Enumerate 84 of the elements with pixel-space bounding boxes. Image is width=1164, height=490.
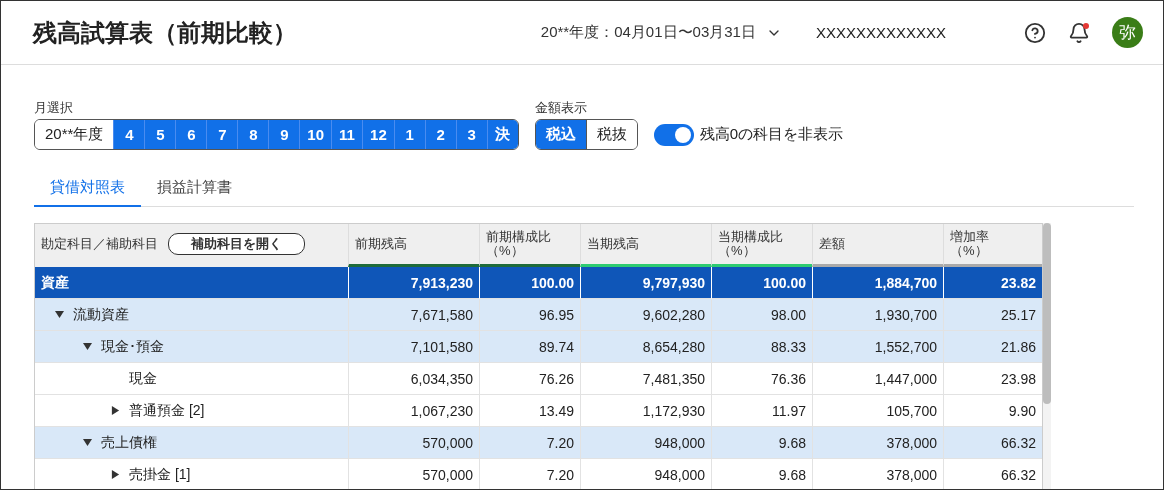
amount-cell: 13.49: [479, 395, 580, 427]
notification-button[interactable]: [1068, 21, 1090, 44]
right-triangle-icon[interactable]: [111, 406, 120, 415]
field-label: 金額表示: [534, 99, 588, 117]
month-button[interactable]: 8: [237, 120, 269, 149]
amount-cell: 23.98: [943, 363, 1042, 395]
account-name: 売上債権: [101, 433, 157, 452]
amount-cell: 98.00: [711, 299, 812, 331]
down-triangle-icon[interactable]: [55, 310, 64, 319]
account-name: 現金･預金: [101, 337, 164, 356]
column-header: 前期構成比（%）: [479, 224, 580, 267]
amount-cell: 9.68: [711, 427, 812, 459]
account-name: 現金: [129, 369, 157, 388]
account-name: 資産: [41, 273, 69, 292]
user-avatar[interactable]: 弥: [1112, 17, 1143, 48]
page-title: 残高試算表（前期比較）: [33, 17, 298, 48]
toggle-label: 残高0の科目を非表示: [699, 125, 844, 144]
amount-cell: 7,671,580: [348, 299, 479, 331]
amount-cell: 23.82: [943, 267, 1042, 299]
toggle-switch[interactable]: [653, 123, 694, 146]
month-button[interactable]: 決: [486, 120, 518, 149]
column-header: 増加率（%）: [943, 224, 1042, 267]
month-button[interactable]: 11: [331, 120, 363, 149]
amount-cell: 1,447,000: [812, 363, 943, 395]
amount-cell: 100.00: [479, 267, 580, 299]
amount-cell: 1,884,700: [812, 267, 943, 299]
amount-cell: 7,913,230: [348, 267, 479, 299]
field-label: 月選択: [34, 99, 74, 117]
month-button[interactable]: 5: [144, 120, 176, 149]
company-name: XXXXXXXXXXXXX: [815, 24, 946, 41]
amount-cell: 1,930,700: [812, 299, 943, 331]
month-button[interactable]: 3: [455, 120, 487, 149]
amount-cell: 25.17: [943, 299, 1042, 331]
help-button[interactable]: [1024, 21, 1046, 44]
amount-cell: 1,067,230: [348, 395, 479, 427]
period-selector[interactable]: 20**年度：04月01日〜03月31日: [540, 23, 782, 42]
amount-cell: 66.32: [943, 427, 1042, 459]
amount-cell: 89.74: [479, 331, 580, 363]
column-header: 当期残高: [580, 224, 711, 267]
month-button[interactable]: 6: [175, 120, 207, 149]
amount-cell: 570,000: [348, 427, 479, 459]
scrollbar[interactable]: [1043, 223, 1051, 489]
month-button[interactable]: 1: [393, 120, 425, 149]
amount-cell: 9.90: [943, 395, 1042, 427]
amount-cell: 76.36: [711, 363, 812, 395]
amount-cell: 1,172,930: [580, 395, 711, 427]
month-button[interactable]: 12: [362, 120, 394, 149]
month-button[interactable]: 7: [206, 120, 238, 149]
amount-cell: 7,101,580: [348, 331, 479, 363]
account-name: 売掛金 [1]: [129, 465, 191, 484]
month-button[interactable]: 4: [113, 120, 145, 149]
account-name: 普通預金 [2]: [129, 401, 205, 420]
right-triangle-icon[interactable]: [111, 470, 120, 479]
column-header: 前期残高: [348, 224, 479, 267]
tab[interactable]: 貸借対照表: [34, 172, 141, 207]
amount-cell: 378,000: [812, 427, 943, 459]
amount-cell: 76.26: [479, 363, 580, 395]
amount-cell: 100.00: [711, 267, 812, 299]
tab[interactable]: 損益計算書: [141, 172, 248, 207]
column-header: 当期構成比（%）: [711, 224, 812, 267]
column-header: 差額: [812, 224, 943, 267]
amount-cell: 6,034,350: [348, 363, 479, 395]
amount-cell: 948,000: [580, 427, 711, 459]
month-button[interactable]: 9: [268, 120, 300, 149]
amount-cell: 1,552,700: [812, 331, 943, 363]
down-triangle-icon[interactable]: [83, 342, 92, 351]
tax-button[interactable]: 税抜: [585, 120, 637, 149]
amount-cell: 7,481,350: [580, 363, 711, 395]
amount-cell: 88.33: [711, 331, 812, 363]
amount-cell: 8,654,280: [580, 331, 711, 363]
amount-cell: 21.86: [943, 331, 1042, 363]
amount-cell: 9,602,280: [580, 299, 711, 331]
month-button[interactable]: 2: [424, 120, 456, 149]
open-subaccounts-button[interactable]: 補助科目を開く: [168, 233, 305, 255]
amount-cell: 7.20: [479, 427, 580, 459]
month-button[interactable]: 10: [299, 120, 332, 149]
amount-cell: 96.95: [479, 299, 580, 331]
tax-button[interactable]: 税込: [535, 120, 586, 149]
account-name: 流動資産: [73, 305, 129, 324]
down-triangle-icon[interactable]: [83, 438, 92, 447]
amount-cell: 11.97: [711, 395, 812, 427]
amount-cell: 9,797,930: [580, 267, 711, 299]
amount-cell: 105,700: [812, 395, 943, 427]
column-header: 勘定科目／補助科目: [41, 237, 158, 251]
